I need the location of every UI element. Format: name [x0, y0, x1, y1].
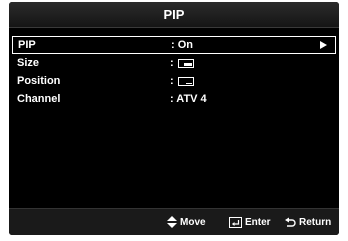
menu-item-value: :: [170, 54, 194, 72]
menu-item-value-prefix: :: [170, 75, 174, 87]
menu-item-label: Position: [17, 75, 61, 87]
hint-enter: Enter: [229, 209, 271, 235]
return-arrow-icon: [285, 217, 296, 227]
right-arrow-icon: [320, 41, 327, 49]
hint-return: Return: [285, 209, 331, 235]
hint-enter-label: Enter: [245, 216, 271, 228]
pip-menu-panel: PIP PIP : On Size : Position : Channel :…: [9, 2, 339, 235]
menu-item-size[interactable]: Size :: [9, 54, 339, 72]
menu-item-label: Channel: [17, 93, 61, 105]
menu-list: PIP : On Size : Position : Channel : ATV…: [9, 36, 339, 108]
menu-item-channel[interactable]: Channel : ATV 4: [9, 90, 339, 108]
menu-title: PIP: [9, 2, 339, 28]
menu-item-pip[interactable]: PIP : On: [12, 36, 336, 54]
menu-item-value-prefix: :: [170, 57, 174, 69]
pip-position-icon: [177, 76, 194, 86]
hint-return-label: Return: [299, 216, 332, 228]
hint-move: Move: [167, 209, 206, 235]
menu-item-label: PIP: [18, 39, 36, 51]
enter-icon: [229, 216, 242, 228]
up-down-arrows-icon: [167, 216, 177, 228]
menu-item-label: Size: [17, 57, 40, 69]
pip-size-icon: [177, 58, 194, 68]
footer-hints: Move Enter Return: [9, 208, 339, 235]
menu-item-position[interactable]: Position :: [9, 72, 339, 90]
menu-item-value: : On: [171, 39, 193, 51]
hint-move-label: Move: [180, 216, 206, 228]
menu-item-value: :: [170, 72, 194, 90]
menu-item-value: : ATV 4: [170, 93, 207, 105]
